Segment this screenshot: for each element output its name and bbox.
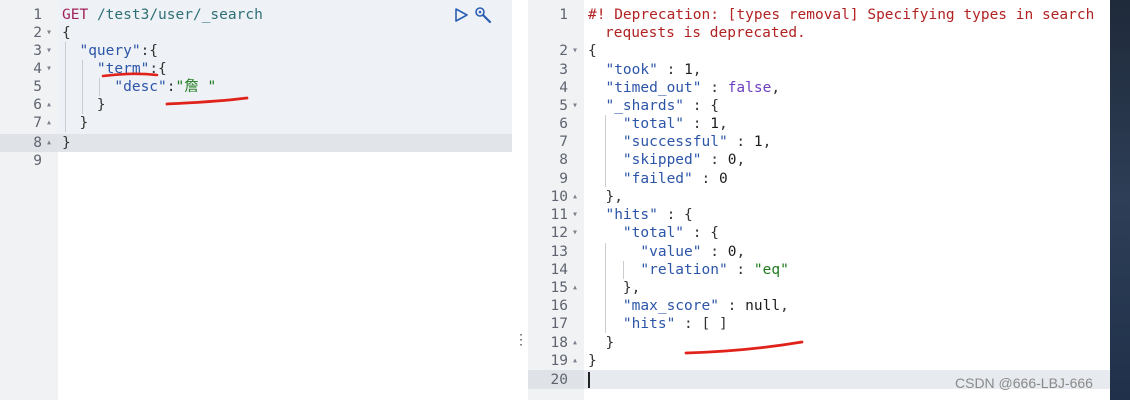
line-number: 18 [550, 335, 568, 351]
code-line[interactable]: "took" : 1, [588, 61, 701, 79]
code-line[interactable]: "hits" : [ ] [588, 315, 728, 333]
line-number: 3 [559, 62, 568, 78]
code-line[interactable]: { [588, 42, 597, 60]
code-line[interactable]: "timed_out" : false, [588, 79, 780, 97]
code-line[interactable]: "successful" : 1, [588, 133, 771, 151]
code-line[interactable]: } [62, 96, 106, 114]
code-line[interactable]: #! Deprecation: [types removal] Specifyi… [588, 6, 1094, 24]
line-number: 1 [33, 7, 42, 23]
code-line[interactable]: "_shards" : { [588, 97, 719, 115]
code-line[interactable]: requests is deprecated. [605, 24, 806, 42]
code-line[interactable]: "total" : 1, [588, 115, 728, 133]
line-number: 6 [559, 116, 568, 132]
line-number: 4 [33, 61, 42, 77]
code-line[interactable]: "relation" : "eq" [588, 261, 788, 279]
code-line[interactable]: }, [588, 279, 640, 297]
line-number: 2 [33, 25, 42, 41]
line-number: 9 [559, 171, 568, 187]
wrench-icon[interactable] [474, 6, 494, 24]
request-path: /test3/user/_search [96, 7, 263, 23]
fold-end-icon[interactable]: ▴ [46, 114, 52, 132]
code-line[interactable]: { [62, 24, 71, 42]
request-line[interactable]: GET /test3/user/_search [62, 6, 263, 24]
line-number: 16 [550, 298, 568, 314]
line-number: 11 [550, 207, 568, 223]
line-number: 6 [33, 97, 42, 113]
line-number: 2 [559, 43, 568, 59]
play-icon[interactable] [453, 7, 469, 23]
code-line[interactable]: } [62, 134, 71, 152]
text-cursor [588, 372, 590, 388]
fold-toggle-icon[interactable]: ▾ [46, 42, 52, 60]
request-active-line [58, 134, 512, 152]
code-line[interactable]: "value" : 0, [588, 243, 745, 261]
code-line[interactable]: } [588, 352, 597, 370]
line-number: 13 [550, 244, 568, 260]
fold-toggle-icon[interactable]: ▾ [572, 206, 578, 224]
fold-toggle-icon[interactable]: ▾ [46, 24, 52, 42]
line-number: 20 [550, 372, 568, 388]
line-number: 19 [550, 353, 568, 369]
line-number: 14 [550, 262, 568, 278]
line-number: 5 [33, 79, 42, 95]
line-number: 3 [33, 43, 42, 59]
code-line[interactable]: "query":{ [62, 42, 158, 60]
fold-end-icon[interactable]: ▴ [572, 279, 578, 297]
code-line[interactable]: "term":{ [62, 60, 167, 78]
line-number: 7 [559, 134, 568, 150]
code-line[interactable]: "max_score" : null, [588, 297, 789, 315]
fold-end-icon[interactable]: ▴ [46, 134, 52, 152]
code-line[interactable]: }, [588, 188, 622, 206]
code-line[interactable]: "desc":"詹 " [62, 78, 216, 96]
line-number: 8 [33, 135, 42, 151]
code-line[interactable]: "skipped" : 0, [588, 151, 745, 169]
fold-toggle-icon[interactable]: ▾ [46, 60, 52, 78]
line-number: 10 [550, 189, 568, 205]
fold-end-icon[interactable]: ▴ [572, 188, 578, 206]
request-editor[interactable]: 1 2 3 4 5 6 7 8 9 ▾ ▾ ▾ ▴ ▴ ▴ GET /test3… [0, 0, 512, 400]
code-line[interactable]: "failed" : 0 [588, 170, 728, 188]
line-number: 15 [550, 280, 568, 296]
http-method: GET [62, 7, 89, 23]
line-number: 7 [33, 115, 42, 131]
line-number: 8 [559, 152, 568, 168]
fold-end-icon[interactable]: ▴ [572, 352, 578, 370]
code-line[interactable]: } [588, 334, 614, 352]
code-line[interactable]: "total" : { [588, 224, 719, 242]
line-number: 5 [559, 98, 568, 114]
desktop-background-edge [1110, 0, 1130, 400]
fold-toggle-icon[interactable]: ▾ [572, 42, 578, 60]
deprecation-warning: #! Deprecation: [types removal] Specifyi… [588, 7, 1095, 23]
code-line[interactable]: "hits" : { [588, 206, 692, 224]
line-number: 9 [33, 153, 42, 169]
code-line[interactable]: } [62, 114, 88, 132]
watermark: CSDN @666-LBJ-666 [955, 375, 1093, 391]
line-number: 17 [550, 316, 568, 332]
response-viewer[interactable]: 1 2 3 4 5 6 7 8 9 10 11 12 13 14 15 16 1… [528, 0, 1110, 400]
line-number: 4 [559, 80, 568, 96]
line-number: 1 [559, 7, 568, 23]
panel-resize-icon[interactable]: ⋮ [514, 333, 528, 347]
fold-toggle-icon[interactable]: ▾ [572, 224, 578, 242]
line-number: 12 [550, 225, 568, 241]
deprecation-warning-cont: requests is deprecated. [605, 25, 806, 41]
fold-end-icon[interactable]: ▴ [46, 96, 52, 114]
fold-end-icon[interactable]: ▴ [572, 334, 578, 352]
fold-toggle-icon[interactable]: ▾ [572, 97, 578, 115]
